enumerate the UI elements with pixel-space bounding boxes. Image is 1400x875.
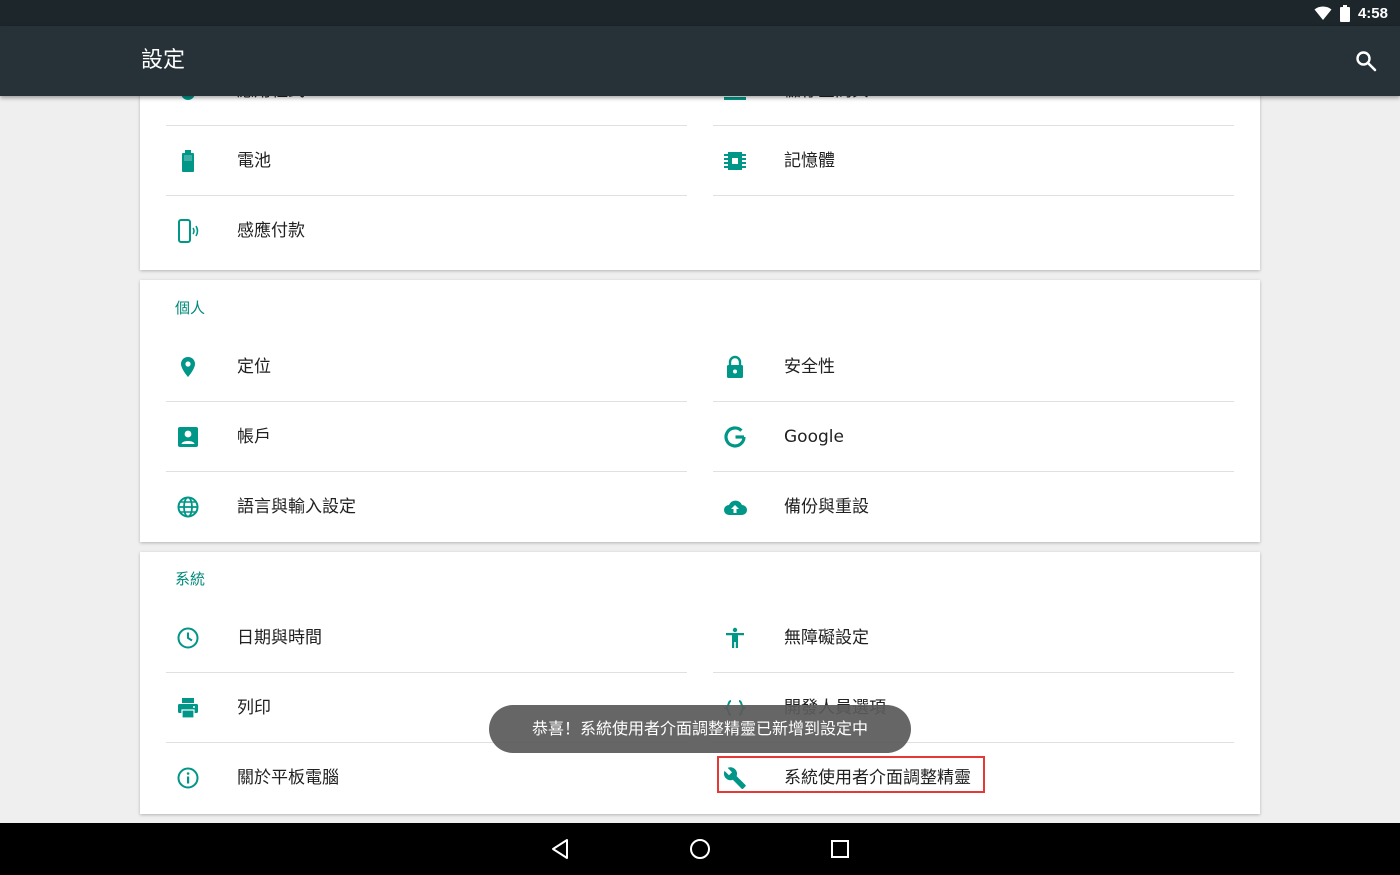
- home-icon[interactable]: [688, 837, 712, 861]
- apps-icon: [181, 96, 195, 100]
- search-icon[interactable]: [1354, 49, 1378, 73]
- settings-item-location[interactable]: 定位: [166, 332, 687, 402]
- settings-item-label: 定位: [237, 357, 271, 377]
- account-icon: [178, 427, 198, 447]
- settings-item-storage[interactable]: 儲存空間與 USB: [713, 96, 1234, 126]
- settings-item-label: 儲存空間與 USB: [784, 96, 909, 126]
- toast-message: 恭喜！系統使用者介面調整精靈已新增到設定中: [489, 705, 911, 753]
- location-icon: [181, 357, 195, 377]
- print-icon: [178, 698, 198, 719]
- settings-item-accessibility[interactable]: 無障礙設定: [713, 603, 1234, 673]
- navigation-bar: [0, 823, 1400, 875]
- accessibility-icon: [726, 627, 744, 648]
- settings-item-label: 關於平板電腦: [237, 768, 339, 788]
- personal-card: 個人 定位 安全性 帳戶 Google 語言與輸入設定 備份與重設: [140, 280, 1260, 542]
- settings-item-label: 備份與重設: [784, 497, 869, 517]
- settings-item-label: 電池: [237, 151, 271, 171]
- settings-item-label: 感應付款: [237, 221, 305, 241]
- settings-item-label: 列印: [237, 698, 271, 718]
- app-bar: 設定: [0, 26, 1400, 96]
- battery-icon: [1339, 4, 1350, 22]
- highlight-box: [717, 756, 985, 793]
- lock-icon: [727, 355, 743, 378]
- settings-item-label: 記憶體: [784, 151, 835, 171]
- clock-icon: [177, 627, 199, 649]
- settings-item-label: 應用程式: [237, 96, 305, 126]
- page-title: 設定: [141, 48, 186, 73]
- settings-item-label: 無障礙設定: [784, 628, 869, 648]
- settings-item-date-time[interactable]: 日期與時間: [166, 603, 687, 673]
- settings-item-memory[interactable]: 記憶體: [713, 126, 1234, 196]
- settings-item-label: 安全性: [784, 357, 835, 377]
- recents-icon[interactable]: [828, 837, 852, 861]
- back-icon[interactable]: [548, 837, 572, 861]
- settings-item-apps[interactable]: 應用程式: [166, 96, 687, 126]
- divider: [713, 195, 1234, 196]
- google-icon: [724, 426, 746, 448]
- language-icon: [177, 496, 199, 518]
- settings-item-security[interactable]: 安全性: [713, 332, 1234, 402]
- backup-icon: [724, 500, 747, 515]
- settings-item-label: 帳戶: [237, 427, 271, 447]
- status-bar: 4:58: [0, 0, 1400, 26]
- settings-item-google[interactable]: Google: [713, 402, 1234, 472]
- settings-item-about-tablet[interactable]: 關於平板電腦: [166, 743, 687, 813]
- status-time: 4:58: [1357, 4, 1388, 22]
- device-card: 應用程式 儲存空間與 USB 電池 記憶體 感應付款: [140, 96, 1260, 270]
- system-card: 系統 日期與時間 無障礙設定 列印 開發人員選項 關於平板電腦 系統使用者介面: [140, 552, 1260, 814]
- settings-item-tap-pay[interactable]: 感應付款: [166, 196, 687, 266]
- settings-item-backup[interactable]: 備份與重設: [713, 472, 1234, 542]
- tap-pay-icon: [178, 219, 199, 243]
- category-title-system: 系統: [175, 570, 206, 588]
- status-icons: 4:58: [1314, 0, 1388, 26]
- settings-item-label: Google: [784, 427, 844, 447]
- wifi-icon: [1314, 6, 1332, 20]
- settings-item-battery[interactable]: 電池: [166, 126, 687, 196]
- memory-icon: [724, 152, 746, 170]
- settings-item-label: 日期與時間: [237, 628, 322, 648]
- info-icon: [177, 767, 199, 789]
- category-title-personal: 個人: [175, 299, 206, 317]
- settings-item-accounts[interactable]: 帳戶: [166, 402, 687, 472]
- storage-icon: [724, 97, 746, 100]
- settings-item-label: 語言與輸入設定: [237, 497, 356, 517]
- settings-item-language[interactable]: 語言與輸入設定: [166, 472, 687, 542]
- battery-icon: [182, 150, 194, 172]
